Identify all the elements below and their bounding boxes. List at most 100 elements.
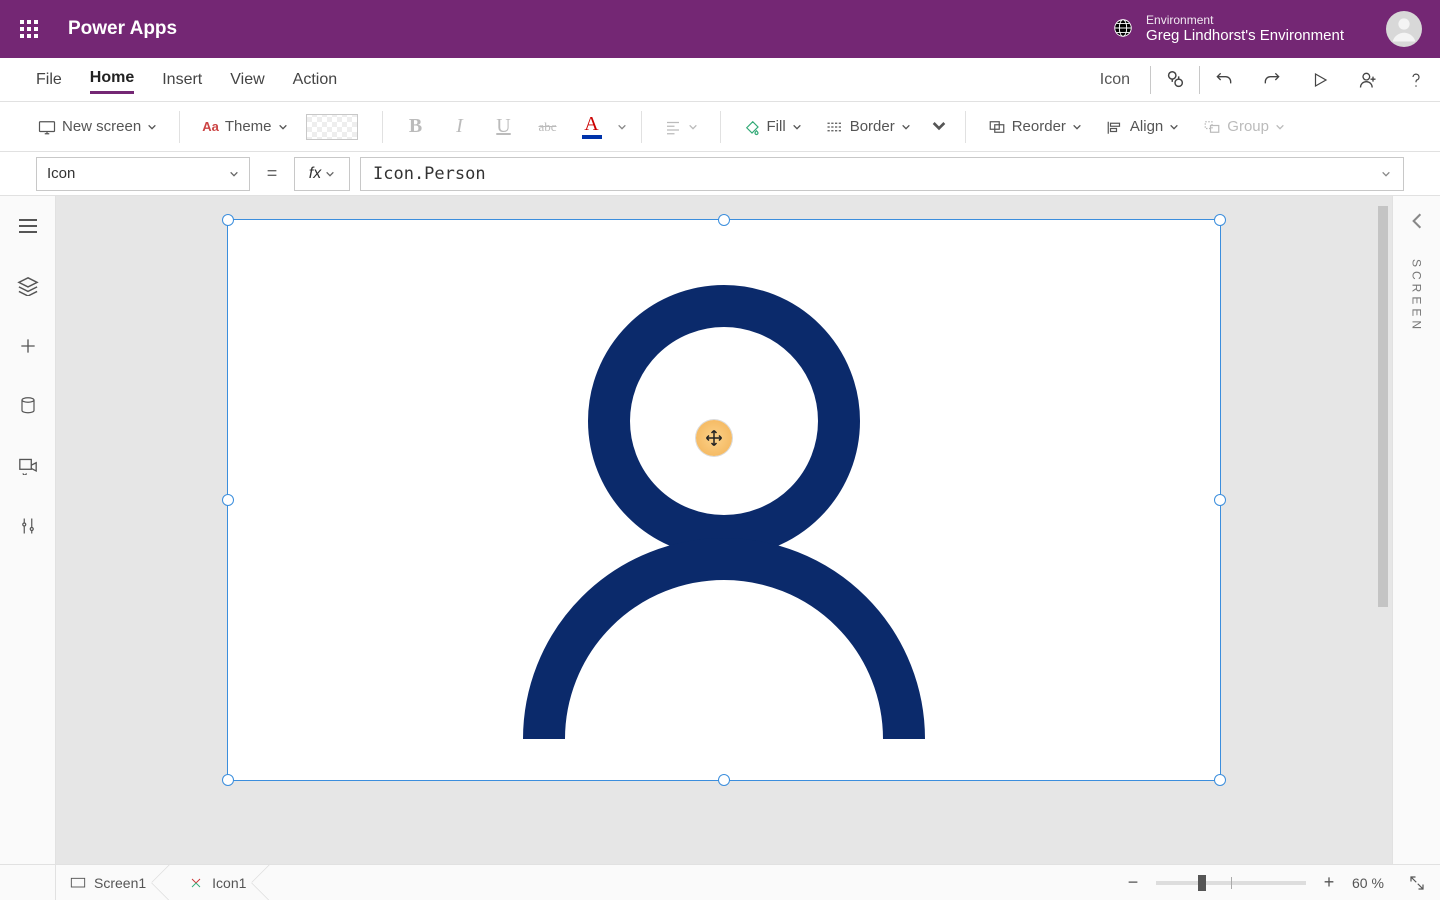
reorder-button[interactable]: Reorder <box>980 110 1090 144</box>
menu-tab-view[interactable]: View <box>230 67 264 93</box>
rail-toggle-button[interactable] <box>16 214 40 238</box>
breadcrumb-screen[interactable]: Screen1 <box>56 865 160 900</box>
new-screen-button[interactable]: New screen <box>30 110 165 144</box>
zoom-slider-thumb[interactable] <box>1198 875 1206 891</box>
border-icon <box>826 120 844 134</box>
fill-button[interactable]: Fill <box>735 110 810 144</box>
icon-glyph-icon <box>188 876 204 890</box>
screen-icon <box>38 119 56 135</box>
vertical-scrollbar[interactable] <box>1378 206 1388 814</box>
zoom-readout: 60 % <box>1352 875 1394 891</box>
properties-panel-collapsed: SCREEN <box>1392 196 1440 864</box>
reorder-icon <box>988 119 1006 135</box>
help-button[interactable] <box>1392 58 1440 102</box>
environment-picker[interactable]: Environment Greg Lindhorst's Environment <box>1146 13 1344 45</box>
border-label: Border <box>850 118 895 135</box>
chevron-down-icon <box>1275 122 1285 132</box>
fx-icon: fx <box>309 165 321 183</box>
menu-tab-file[interactable]: File <box>36 67 62 93</box>
chevron-down-icon <box>278 122 288 132</box>
tools-icon <box>19 516 37 536</box>
menu-tab-action[interactable]: Action <box>293 67 337 93</box>
background-swatch[interactable] <box>306 114 358 140</box>
align-icon <box>1106 119 1124 135</box>
menu-tab-insert[interactable]: Insert <box>162 67 202 93</box>
resize-handle[interactable] <box>222 214 234 226</box>
app-launcher-button[interactable] <box>0 0 58 58</box>
preview-play-button[interactable] <box>1296 58 1344 102</box>
breadcrumb-control[interactable]: Icon1 <box>174 865 260 900</box>
zoom-out-button[interactable]: − <box>1122 872 1144 894</box>
separator <box>641 111 642 143</box>
chevron-down-icon[interactable] <box>617 122 627 132</box>
panel-label: SCREEN <box>1410 259 1424 333</box>
plus-icon <box>18 336 38 356</box>
tree-view-button[interactable] <box>16 274 40 298</box>
chevron-down-icon <box>901 122 911 132</box>
property-selector[interactable]: Icon <box>36 157 250 191</box>
breadcrumb-control-label: Icon1 <box>212 875 246 891</box>
formula-input[interactable]: Icon.Person <box>360 157 1404 191</box>
resize-handle[interactable] <box>1214 494 1226 506</box>
font-color-icon: A <box>584 114 598 134</box>
breadcrumb-screen-label: Screen1 <box>94 875 146 891</box>
chevron-left-icon <box>1410 212 1424 230</box>
paint-bucket-icon <box>743 118 761 136</box>
resize-handle[interactable] <box>718 214 730 226</box>
border-button[interactable]: Border <box>818 110 919 144</box>
chevron-down-icon[interactable] <box>1381 169 1391 179</box>
chevron-down-icon <box>147 122 157 132</box>
chevron-down-icon <box>1072 122 1082 132</box>
chevron-down-icon <box>1169 122 1179 132</box>
fx-button[interactable]: fx <box>294 157 350 191</box>
screen-icon <box>70 876 86 890</box>
property-name: Icon <box>47 165 75 182</box>
resize-handle[interactable] <box>1214 774 1226 786</box>
align-label: Align <box>1130 118 1163 135</box>
app-checker-button[interactable] <box>1151 58 1199 102</box>
fit-to-window-button[interactable] <box>1406 872 1428 894</box>
zoom-in-button[interactable]: + <box>1318 872 1340 894</box>
scrollbar-thumb[interactable] <box>1378 206 1388 607</box>
reorder-label: Reorder <box>1012 118 1066 135</box>
align-button[interactable]: Align <box>1098 110 1187 144</box>
expand-icon <box>1408 874 1426 892</box>
share-button[interactable] <box>1344 58 1392 102</box>
zoom-slider[interactable] <box>1156 881 1306 885</box>
advanced-tools-button[interactable] <box>16 514 40 538</box>
resize-handle[interactable] <box>222 494 234 506</box>
screen-preview[interactable] <box>228 220 1220 780</box>
user-avatar[interactable] <box>1386 11 1422 47</box>
group-icon <box>1203 119 1221 135</box>
expand-panel-button[interactable] <box>1410 212 1424 233</box>
chevron-down-icon <box>229 169 239 179</box>
chevron-down-icon <box>325 169 335 179</box>
separator <box>965 111 966 143</box>
font-color-button[interactable]: A <box>573 110 611 144</box>
resize-handle[interactable] <box>222 774 234 786</box>
theme-button[interactable]: Aa Theme <box>194 110 295 144</box>
undo-button[interactable] <box>1200 58 1248 102</box>
waffle-icon <box>20 20 38 38</box>
person-icon[interactable] <box>514 281 934 741</box>
ribbon-toolbar: New screen Aa Theme B I U abc A <box>0 102 1440 152</box>
data-button[interactable] <box>16 394 40 418</box>
environment-label: Environment <box>1146 13 1344 27</box>
app-header: Power Apps Environment Greg Lindhorst's … <box>0 0 1440 58</box>
insert-button[interactable] <box>16 334 40 358</box>
media-button[interactable] <box>16 454 40 478</box>
resize-handle[interactable] <box>718 774 730 786</box>
redo-button[interactable] <box>1248 58 1296 102</box>
separator <box>720 111 721 143</box>
resize-handle[interactable] <box>1214 214 1226 226</box>
separator <box>179 111 180 143</box>
theme-label: Theme <box>225 118 272 135</box>
formula-value: Icon.Person <box>373 164 486 184</box>
chevron-down-icon <box>931 119 947 135</box>
menu-tab-home[interactable]: Home <box>90 65 134 94</box>
move-arrows-icon <box>704 428 724 448</box>
design-canvas[interactable] <box>56 196 1392 864</box>
more-formatting-button[interactable] <box>927 110 951 144</box>
menu-bar: File Home Insert View Action Icon <box>0 58 1440 102</box>
chevron-down-icon <box>688 122 698 132</box>
